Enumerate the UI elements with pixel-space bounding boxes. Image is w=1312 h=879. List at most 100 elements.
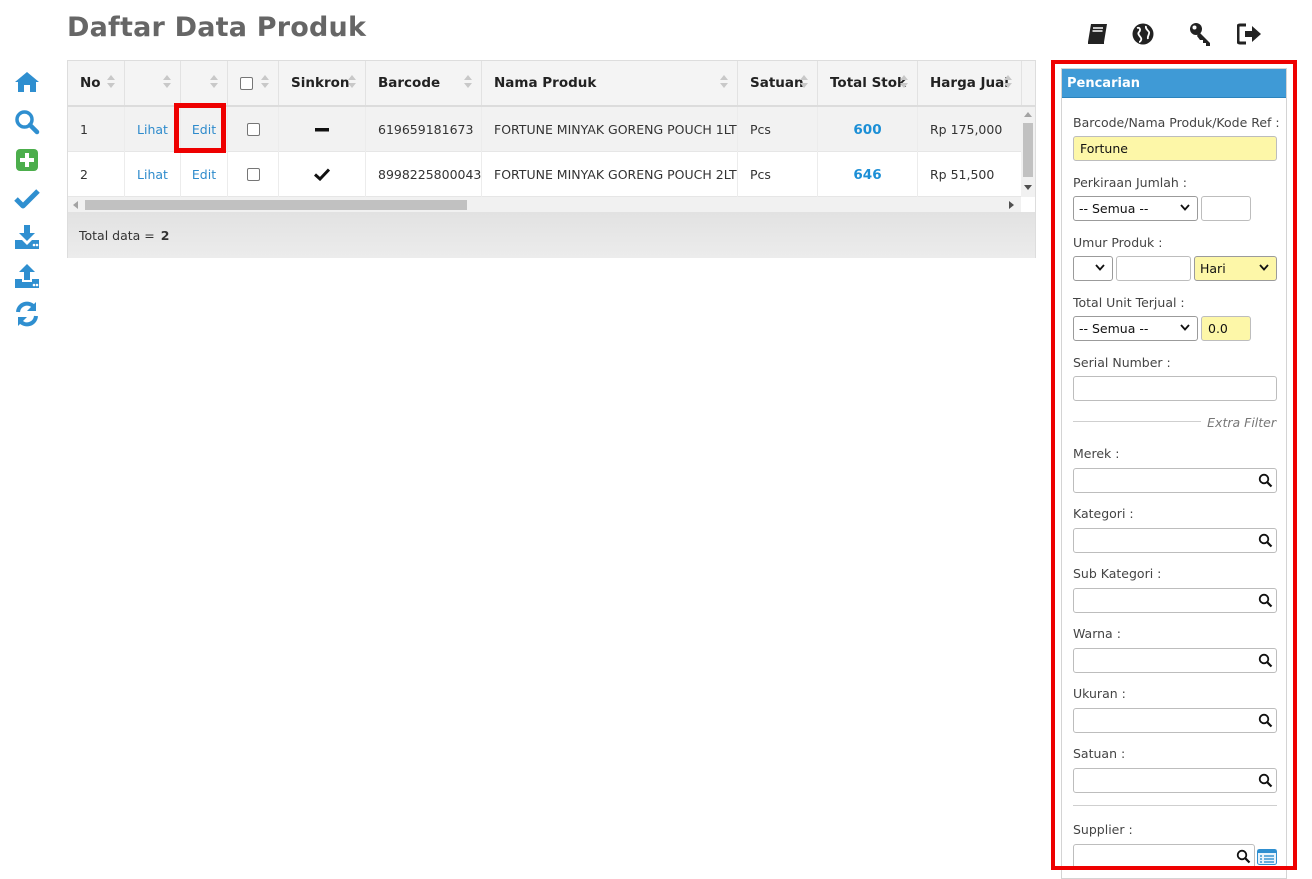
sort-icon <box>210 75 218 91</box>
select-all-checkbox[interactable] <box>240 76 253 90</box>
perkiraan-jumlah-input[interactable] <box>1201 196 1251 221</box>
scroll-up-arrow[interactable] <box>1024 112 1032 117</box>
search-icon <box>15 110 40 135</box>
vertical-scrollbar[interactable] <box>1021 107 1035 197</box>
horizontal-scrollbar[interactable] <box>68 197 1021 212</box>
search-icon[interactable] <box>1258 473 1273 488</box>
column-header-edit[interactable] <box>181 61 228 105</box>
scroll-left-arrow[interactable] <box>73 201 78 209</box>
approve-button[interactable] <box>13 185 41 213</box>
serial-number-input[interactable] <box>1073 376 1277 401</box>
stock-cell: 646 <box>818 152 918 197</box>
search-icon[interactable] <box>1258 653 1273 668</box>
check-icon <box>14 189 40 209</box>
view-link-text[interactable]: Lihat <box>137 167 168 182</box>
sort-icon <box>348 75 356 91</box>
extra-filter-label: Extra Filter <box>1201 415 1276 430</box>
edit-link-text[interactable]: Edit <box>192 167 216 182</box>
sub-kategori-input[interactable] <box>1073 588 1277 613</box>
search-icon[interactable] <box>1258 593 1273 608</box>
sort-icon <box>261 75 269 91</box>
umur-produk-input[interactable] <box>1116 256 1191 281</box>
total-unit-terjual-input[interactable]: 0.0 <box>1201 316 1251 341</box>
column-header-harga-jual[interactable]: Harga Jual <box>918 61 1022 105</box>
upload-button[interactable] <box>13 262 41 290</box>
view-link: Lihat <box>125 152 181 197</box>
perkiraan-jumlah-select[interactable]: -- Semua -- <box>1073 196 1198 221</box>
view-link: Lihat <box>125 107 181 152</box>
column-header-truncated[interactable]: I <box>1022 61 1035 105</box>
satuan-input[interactable] <box>1073 768 1277 793</box>
column-header-view[interactable] <box>125 61 181 105</box>
scroll-down-arrow[interactable] <box>1024 185 1032 190</box>
sub-kategori-label: Sub Kategori : <box>1073 566 1162 581</box>
section-divider <box>1073 805 1277 806</box>
manual-button[interactable] <box>1083 20 1111 48</box>
satuan-label: Satuan : <box>1073 746 1126 761</box>
logout-button[interactable] <box>1236 20 1264 48</box>
row-checkbox[interactable] <box>246 168 260 181</box>
column-header-total-stok[interactable]: Total Stok <box>818 61 918 105</box>
view-link-text[interactable]: Lihat <box>137 122 168 137</box>
barcode-filter-label: Barcode/Nama Produk/Kode Ref : <box>1073 115 1280 130</box>
sync-status <box>279 152 366 197</box>
merek-input[interactable] <box>1073 468 1277 493</box>
column-header-sinkron[interactable]: Sinkron <box>279 61 366 105</box>
total-unit-terjual-select[interactable]: -- Semua -- <box>1073 316 1198 341</box>
edit-link: Edit <box>181 152 228 197</box>
download-button[interactable] <box>13 223 41 251</box>
stock-link[interactable]: 646 <box>853 167 881 183</box>
column-header-nama-produk[interactable]: Nama Produk <box>482 61 738 105</box>
barcode-search-input[interactable]: Fortune <box>1073 136 1277 161</box>
check-icon <box>314 168 330 181</box>
column-header-barcode[interactable]: Barcode <box>366 61 482 105</box>
ukuran-label: Ukuran : <box>1073 686 1126 701</box>
supplier-input[interactable] <box>1073 844 1255 869</box>
add-icon <box>16 149 38 171</box>
total-data-count: 2 <box>160 227 170 243</box>
serial-number-label: Serial Number : <box>1073 355 1171 370</box>
search-icon[interactable] <box>1258 533 1273 548</box>
edit-link-text[interactable]: Edit <box>192 122 216 137</box>
warna-label: Warna : <box>1073 626 1121 641</box>
warna-input[interactable] <box>1073 648 1277 673</box>
page-title: Daftar Data Produk <box>67 12 367 43</box>
sort-icon <box>464 75 472 91</box>
unit-cell: Pcs <box>738 152 818 197</box>
row-checkbox[interactable] <box>246 123 260 136</box>
scroll-right-arrow[interactable] <box>1009 201 1014 209</box>
search-icon[interactable] <box>1236 849 1251 864</box>
search-icon[interactable] <box>1258 713 1273 728</box>
language-button[interactable] <box>1129 20 1157 48</box>
refresh-button[interactable] <box>13 300 41 328</box>
column-header-no[interactable]: No <box>68 61 125 105</box>
row-select <box>228 152 279 197</box>
price-cell: Rp 51,500 <box>918 152 1021 197</box>
sort-icon <box>107 75 115 91</box>
search-icon[interactable] <box>1258 773 1273 788</box>
supplier-label: Supplier : <box>1073 822 1133 837</box>
dash-icon <box>315 127 329 131</box>
umur-operator-select[interactable] <box>1073 256 1113 281</box>
search-button[interactable] <box>13 108 41 136</box>
kategori-input[interactable] <box>1073 528 1277 553</box>
book-icon <box>1088 24 1107 44</box>
umur-unit-select[interactable]: Hari <box>1194 256 1277 281</box>
stock-link[interactable]: 600 <box>853 122 881 138</box>
password-button[interactable] <box>1187 20 1215 48</box>
table-row: 1 Lihat Edit 619659181673 FORTUNE MINYAK… <box>68 107 1021 152</box>
add-button[interactable] <box>13 146 41 174</box>
kategori-label: Kategori : <box>1073 506 1134 521</box>
sort-icon <box>800 75 808 91</box>
home-icon <box>15 72 39 92</box>
scrollbar-thumb[interactable] <box>1023 123 1033 177</box>
scrollbar-thumb[interactable] <box>85 200 467 210</box>
column-header-satuan[interactable]: Satuan <box>738 61 818 105</box>
chevron-down-icon <box>1259 264 1269 271</box>
table-header: No Sinkron Barcode Nama Produk Satuan To… <box>68 61 1035 107</box>
product-table: No Sinkron Barcode Nama Produk Satuan To… <box>67 60 1036 258</box>
home-button[interactable] <box>13 68 41 96</box>
list-icon[interactable] <box>1257 849 1277 865</box>
ukuran-input[interactable] <box>1073 708 1277 733</box>
sync-status <box>279 107 366 152</box>
